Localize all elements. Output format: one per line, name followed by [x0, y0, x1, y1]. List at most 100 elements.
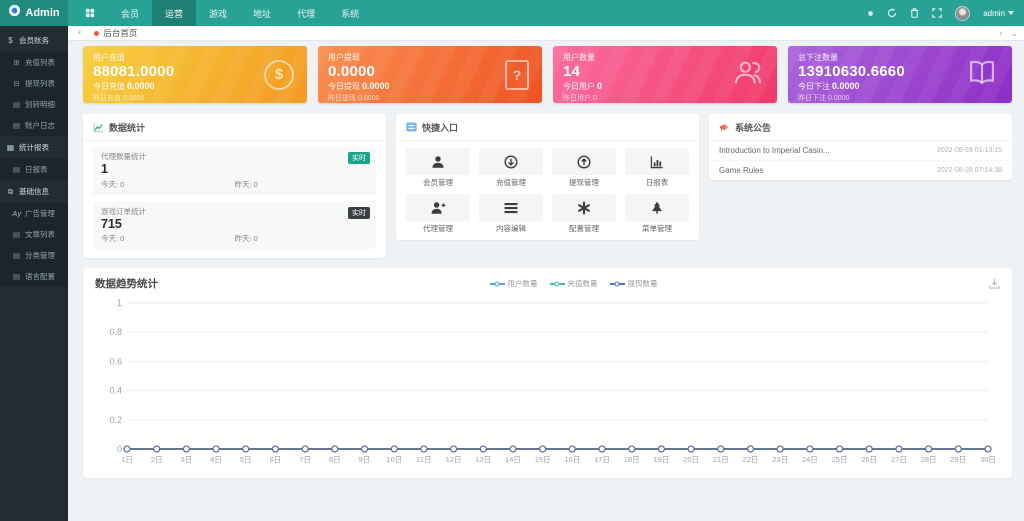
quick-recharge-manage[interactable]: 充值管理 [479, 148, 543, 188]
nav-item-system[interactable]: 系统 [328, 0, 372, 26]
quick-menu-manage[interactable]: 菜单管理 [625, 194, 689, 234]
sidebar-group-label: 统计报表 [19, 142, 49, 153]
svg-text:0: 0 [117, 444, 122, 454]
sidebar-group-label: 会员账务 [19, 35, 49, 46]
svg-text:23日: 23日 [772, 455, 788, 464]
quick-config-manage[interactable]: 配置管理 [552, 194, 616, 234]
sidebar-item-withdraw-list[interactable]: ⊟ 提现列表 [0, 73, 68, 94]
tree-icon [650, 201, 664, 215]
notice-item[interactable]: Game Rules 2022-08-28 07:14:38 [709, 161, 1012, 180]
sidebar-subitems: ⊞ 充值列表 ⊟ 提现列表 ▤ 划转明细 ▤ 账户日志 [0, 52, 68, 136]
trend-line-chart[interactable]: 00.20.40.60.811日2日3日4日5日6日7日8日9日10日11日12… [95, 295, 1000, 467]
notification-dot-icon[interactable] [867, 10, 874, 17]
sidebar-item-ad-manage[interactable]: Ay 广告管理 [0, 203, 68, 224]
sidebar-group-report[interactable]: ▦ 统计报表 [0, 136, 68, 159]
save-image-icon[interactable] [989, 278, 1000, 289]
user-plus-icon [431, 201, 446, 215]
panel-title: 数据统计 [109, 121, 145, 134]
dollar-circle-icon: $ [264, 60, 294, 90]
panel-list-icon [406, 122, 417, 132]
svg-text:28日: 28日 [921, 455, 937, 464]
plus-square-icon: ⊞ [12, 58, 21, 67]
card-user-recharge[interactable]: 用户充值 88081.0000 今日充值0.0000 昨日充值0.0000 $ [83, 46, 307, 103]
brand-name: Admin [25, 7, 59, 19]
bar-chart-icon [650, 155, 664, 169]
quick-withdraw-manage[interactable]: 提现管理 [552, 148, 616, 188]
list-icon: ▤ [12, 100, 21, 109]
sidebar-group-member-finance[interactable]: $ 会员账务 [0, 29, 68, 52]
main-content: 用户充值 88081.0000 今日充值0.0000 昨日充值0.0000 $ … [68, 42, 1024, 521]
sidebar-item-language-config[interactable]: ▤ 语言配置 [0, 266, 68, 287]
tabs-menu-icon[interactable]: ⌄ [1010, 28, 1018, 39]
svg-text:3日: 3日 [181, 455, 193, 464]
svg-text:24日: 24日 [802, 455, 818, 464]
user-avatar[interactable] [955, 6, 970, 21]
svg-text:1: 1 [117, 298, 122, 308]
nav-item-member[interactable]: 会员 [108, 0, 152, 26]
clear-cache-icon[interactable] [910, 8, 919, 18]
quick-agent-manage[interactable]: 代理管理 [406, 194, 470, 234]
dashboard-icon [85, 8, 95, 18]
legend-user-count[interactable]: 用户数量 [490, 278, 538, 289]
user-menu[interactable]: admin [983, 9, 1014, 18]
quick-member-manage[interactable]: 会员管理 [406, 148, 470, 188]
svg-text:14日: 14日 [505, 455, 521, 464]
list-icon: ▤ [12, 121, 21, 130]
legend-recharge-count[interactable]: 充值数量 [550, 278, 598, 289]
card-value: 0.0000 [328, 63, 532, 81]
nav-item-operation[interactable]: 运营 [152, 0, 196, 26]
panel-title: 系统公告 [735, 121, 771, 134]
tab-bar-controls: › ⌄ [999, 28, 1018, 39]
brand-logo[interactable]: Admin [0, 0, 68, 26]
legend-marker-icon [490, 283, 505, 285]
card-total-bets[interactable]: 总下注数量 13910630.6660 今日下注0.0000 昨日下注0.000… [788, 46, 1012, 103]
tab-bar: ‹ 后台首页 › ⌄ [68, 26, 1024, 41]
notice-item[interactable]: Introduction to Imperial Casin... 2022-0… [709, 141, 1012, 161]
sidebar-item-category-manage[interactable]: ▤ 分类管理 [0, 245, 68, 266]
megaphone-icon [719, 122, 730, 133]
quick-content-edit[interactable]: 内容编辑 [479, 194, 543, 234]
dollar-icon: $ [6, 36, 15, 45]
sidebar-group-basic-info[interactable]: ⧉ 基础信息 [0, 180, 68, 203]
agent-count-stat[interactable]: 代理数量统计 1 今天: 0 昨天: 0 实时 [93, 147, 376, 195]
list-icon: ▤ [12, 165, 21, 174]
svg-text:27日: 27日 [891, 455, 907, 464]
svg-text:7日: 7日 [299, 455, 311, 464]
tabs-scroll-right-icon[interactable]: › [999, 28, 1002, 39]
legend-withdraw-count[interactable]: 提现数量 [610, 278, 658, 289]
svg-text:15日: 15日 [535, 455, 551, 464]
svg-text:6日: 6日 [270, 455, 282, 464]
sidebar-item-recharge-list[interactable]: ⊞ 充值列表 [0, 52, 68, 73]
nav-item-address[interactable]: 地址 [240, 0, 284, 26]
tab-label: 后台首页 [103, 27, 137, 39]
arrow-down-circle-icon [504, 155, 518, 169]
svg-text:17日: 17日 [594, 455, 610, 464]
panels-row: 数据统计 代理数量统计 1 今天: 0 昨天: 0 实时 游戏订单统计 [83, 114, 1012, 258]
svg-text:0.2: 0.2 [109, 415, 122, 425]
quick-daily-report[interactable]: 日报表 [625, 148, 689, 188]
arrow-up-circle-icon [577, 155, 591, 169]
sidebar: $ 会员账务 ⊞ 充值列表 ⊟ 提现列表 ▤ 划转明细 ▤ 账户日志 ▦ 统计报… [0, 26, 68, 521]
quick-entry-panel: 快捷入口 会员管理 充值管理 提现管理 [396, 114, 699, 240]
tabs-scroll-left-icon[interactable]: ‹ [74, 28, 85, 38]
sidebar-item-account-log[interactable]: ▤ 账户日志 [0, 115, 68, 136]
nav-item-agent[interactable]: 代理 [284, 0, 328, 26]
svg-text:12日: 12日 [446, 455, 462, 464]
nav-item-game[interactable]: 游戏 [196, 0, 240, 26]
sidebar-item-transfer-detail[interactable]: ▤ 划转明细 [0, 94, 68, 115]
sidebar-item-daily-report[interactable]: ▤ 日报表 [0, 159, 68, 180]
refresh-icon[interactable] [887, 8, 897, 18]
sidebar-group-label: 基础信息 [19, 186, 49, 197]
svg-text:9日: 9日 [359, 455, 371, 464]
users-icon [732, 56, 764, 93]
document-question-icon: ? [505, 60, 529, 90]
fullscreen-icon[interactable] [932, 8, 942, 18]
top-navbar: Admin 会员 运营 游戏 地址 代理 系统 [0, 0, 1024, 26]
game-order-stat[interactable]: 游戏订单统计 715 今天: 0 昨天: 0 实时 [93, 202, 376, 250]
nav-item-dashboard[interactable] [72, 0, 108, 26]
sidebar-item-article-list[interactable]: ▤ 文章列表 [0, 224, 68, 245]
lines-icon [504, 202, 518, 214]
card-user-count[interactable]: 用户数量 14 今日用户0 昨日用户0 [553, 46, 777, 103]
tab-home[interactable]: 后台首页 [85, 26, 146, 40]
card-user-withdraw[interactable]: 用户提现 0.0000 今日提现0.0000 昨日提现0.0000 ? [318, 46, 542, 103]
